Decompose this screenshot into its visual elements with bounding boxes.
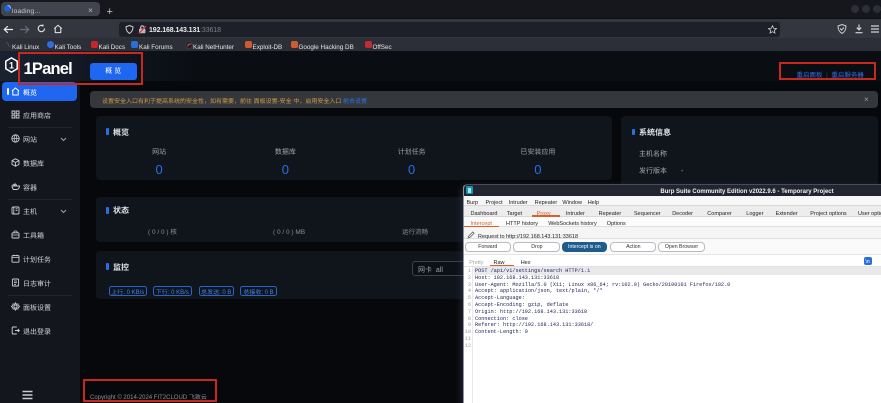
svg-text:1: 1 xyxy=(9,60,14,70)
